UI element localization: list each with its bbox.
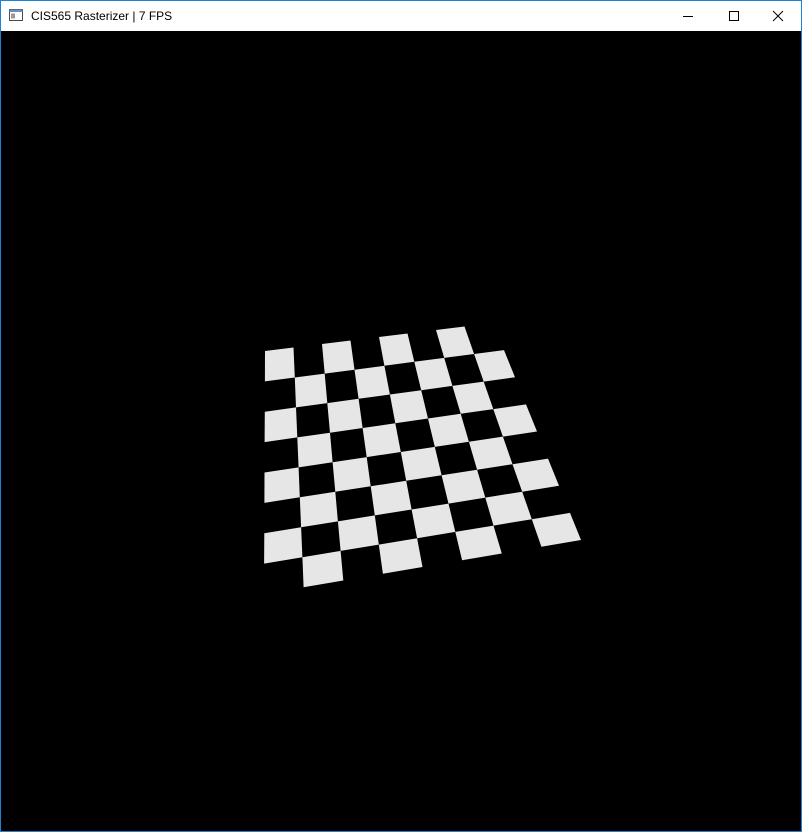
checker-tile [337,515,379,551]
checker-tile [327,398,363,433]
app-window-icon [9,9,23,21]
checker-tile [294,373,328,408]
render-viewport[interactable] [1,31,801,831]
checker-tile [414,357,453,391]
checker-tile [264,467,300,503]
checker-tile [370,480,412,516]
checker-tile [441,469,486,504]
checkerboard-plane [264,326,581,588]
window-title: CIS565 Rasterizer | 7 FPS [31,9,173,23]
checker-tile [468,436,513,470]
checker-tile [264,407,298,443]
minimize-icon [683,16,693,17]
checker-tile [400,446,442,481]
checker-tile [436,326,475,358]
app-window: CIS565 Rasterizer | 7 FPS [0,0,802,832]
checker-tile [378,538,423,574]
checker-tile [322,340,355,374]
checker-tile [332,457,371,492]
checker-tile [493,404,537,437]
checker-tile [389,390,428,424]
checker-tile [485,491,532,526]
close-icon [772,10,784,22]
checker-tile [455,525,502,561]
close-button[interactable] [755,1,801,31]
checker-tile [411,503,456,539]
checker-tile [264,347,295,382]
checker-tile [531,512,581,547]
checker-tile [354,365,390,399]
checker-tile [428,413,469,447]
checker-tile [297,432,333,468]
minimize-button[interactable] [665,1,711,31]
title-bar[interactable]: CIS565 Rasterizer | 7 FPS [1,1,801,31]
checker-tile [362,423,401,458]
checker-tile [302,550,344,588]
checker-tile [379,333,415,366]
checker-tile [474,350,515,382]
maximize-button[interactable] [711,1,757,31]
checker-tile [452,381,494,414]
checker-tile [299,491,338,528]
checker-tile [264,527,303,564]
checker-tile [512,458,559,492]
maximize-icon [729,11,739,21]
